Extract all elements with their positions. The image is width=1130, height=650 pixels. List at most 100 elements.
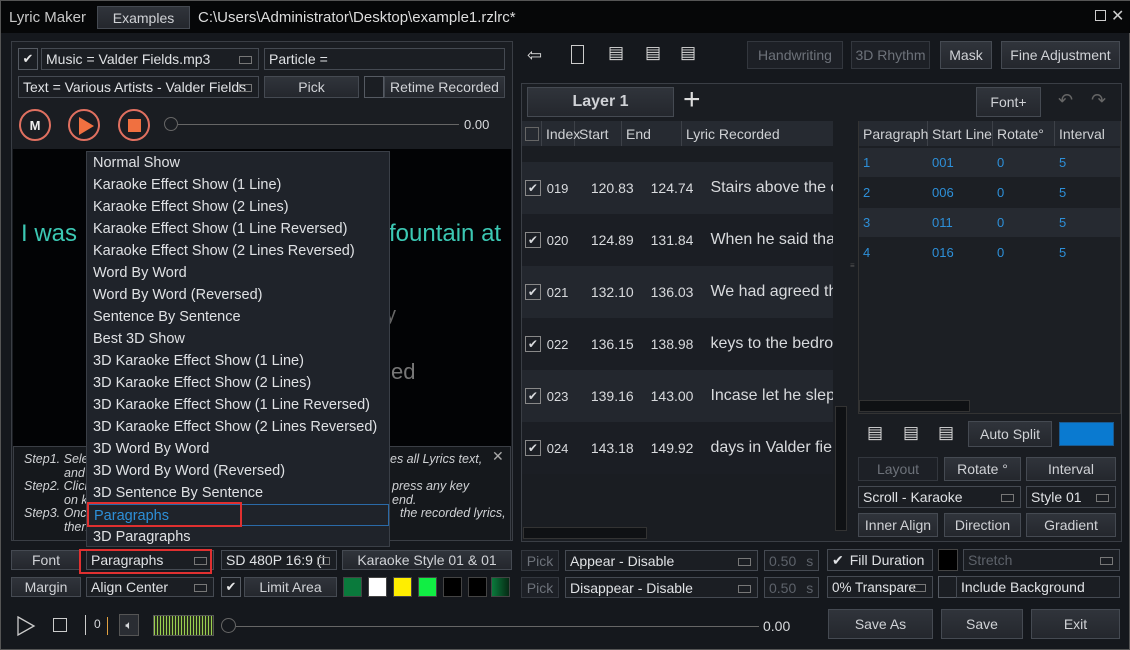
player-stop-icon[interactable] — [53, 618, 67, 632]
menu-item[interactable]: 3D Karaoke Effect Show (2 Lines Reversed… — [87, 416, 389, 438]
color-swatch[interactable] — [468, 577, 487, 597]
mask-button[interactable]: Mask — [940, 41, 992, 69]
particle-field[interactable]: Particle = — [264, 48, 505, 70]
paragraph-row[interactable]: 4 016 0 5 — [859, 238, 1120, 267]
table-row[interactable]: ✔ 022 136.15 138.98 keys to the bedroo — [522, 318, 833, 370]
paragraph-horizontal-scrollbar[interactable] — [859, 400, 970, 412]
examples-button[interactable]: Examples — [97, 6, 190, 29]
include-background-label[interactable]: Include Background — [956, 576, 1120, 598]
menu-item[interactable]: 3D Karaoke Effect Show (1 Line Reversed) — [87, 394, 389, 416]
appear-pick-button[interactable]: Pick — [521, 550, 559, 571]
select-all-checkbox[interactable] — [525, 126, 539, 141]
lyrics-horizontal-scrollbar[interactable] — [523, 527, 647, 539]
row-checkbox[interactable]: ✔ — [525, 336, 541, 352]
music-select[interactable]: Music = Valder Fields.mp3 — [41, 48, 259, 70]
rotate-button[interactable]: Rotate ° — [944, 457, 1021, 481]
gradient-button[interactable]: Gradient — [1026, 513, 1116, 537]
menu-item[interactable]: 3D Sentence By Sentence — [87, 482, 389, 504]
stop-icon[interactable] — [118, 109, 150, 141]
col-end[interactable]: End — [622, 121, 682, 146]
delete-line-icon[interactable]: ▤ — [645, 44, 661, 61]
color-swatch[interactable] — [443, 577, 462, 597]
color-swatch[interactable] — [368, 577, 387, 597]
row-checkbox[interactable]: ✔ — [525, 388, 541, 404]
music-checkbox[interactable]: ✔ — [18, 48, 38, 70]
menu-item[interactable]: 3D Karaoke Effect Show (1 Line) — [87, 350, 389, 372]
save-button[interactable]: Save — [941, 609, 1023, 639]
style-select[interactable]: Style 01 — [1026, 486, 1116, 508]
auto-split-button[interactable]: Auto Split — [968, 421, 1052, 447]
add-layer-icon[interactable]: + — [683, 85, 701, 115]
retime-checkbox[interactable] — [364, 76, 384, 98]
col-lyric[interactable]: Lyric Recorded — [682, 121, 833, 146]
accent-color-swatch[interactable] — [1059, 422, 1114, 446]
tab-layer-1[interactable]: Layer 1 — [527, 87, 674, 117]
menu-item[interactable]: 3D Word By Word (Reversed) — [87, 460, 389, 482]
resolution-select[interactable]: SD 480P 16:9 (I — [221, 550, 337, 570]
layout-button[interactable]: Layout — [858, 457, 938, 481]
3d-rhythm-button[interactable]: 3D Rhythm — [851, 41, 930, 69]
volume-meter[interactable] — [153, 615, 214, 636]
disappear-duration[interactable]: 0.50 s — [764, 577, 819, 598]
color-swatch[interactable] — [393, 577, 412, 597]
menu-item[interactable]: Karaoke Effect Show (2 Lines) — [87, 196, 389, 218]
redo-icon[interactable]: ↷ — [1091, 91, 1106, 109]
exit-button[interactable]: Exit — [1031, 609, 1120, 639]
col-rotate[interactable]: Rotate° — [993, 121, 1055, 146]
add-paragraph-icon[interactable]: ▤ — [867, 424, 883, 441]
include-background-checkbox[interactable] — [938, 576, 958, 598]
fill-color-swatch[interactable] — [938, 549, 958, 571]
limit-area-checkbox[interactable]: ✔ — [221, 577, 241, 597]
color-swatch[interactable] — [418, 577, 437, 597]
col-start-line[interactable]: Start Line — [928, 121, 993, 146]
add-line-icon[interactable]: ▤ — [608, 44, 624, 61]
table-row[interactable]: ✔ 019 120.83 124.74 Stairs above the c — [522, 162, 833, 214]
appear-duration[interactable]: 0.50 s — [764, 550, 819, 571]
handwriting-button[interactable]: Handwriting — [747, 41, 843, 69]
font-button[interactable]: Font — [11, 550, 81, 570]
text-select[interactable]: Text = Various Artists - Valder Fields — [18, 76, 259, 98]
row-checkbox[interactable]: ✔ — [525, 440, 541, 456]
stretch-select[interactable]: Stretch — [963, 549, 1120, 571]
transparency-select[interactable]: 0% Transpare — [827, 576, 933, 598]
row-checkbox[interactable]: ✔ — [525, 232, 541, 248]
karaoke-style-button[interactable]: Karaoke Style 01 & 01 — [342, 550, 512, 570]
disappear-pick-button[interactable]: Pick — [521, 577, 559, 598]
maximize-icon[interactable] — [1095, 10, 1106, 21]
margin-button[interactable]: Margin — [11, 577, 81, 597]
disappear-select[interactable]: Disappear - Disable — [565, 577, 758, 598]
delete-all-paragraphs-icon[interactable]: ▤ — [938, 424, 954, 441]
fine-adjustment-button[interactable]: Fine Adjustment — [1001, 41, 1120, 69]
align-select[interactable]: Align Center — [86, 577, 214, 597]
appear-select[interactable]: Appear - Disable — [565, 550, 758, 571]
table-row[interactable]: ✔ 021 132.10 136.03 We had agreed th — [522, 266, 833, 318]
limit-area-button[interactable]: Limit Area — [244, 577, 337, 597]
col-index[interactable]: Index — [542, 121, 580, 146]
row-checkbox[interactable]: ✔ — [525, 180, 541, 196]
back-arrow-icon[interactable]: ⇦ — [527, 46, 542, 64]
music-mode-icon[interactable]: M — [19, 109, 51, 141]
delete-all-icon[interactable]: ▤ — [680, 44, 696, 61]
music-slider-handle[interactable] — [164, 117, 178, 131]
menu-item[interactable]: Karaoke Effect Show (2 Lines Reversed) — [87, 240, 389, 262]
undo-icon[interactable]: ↶ — [1058, 91, 1073, 109]
font-plus-button[interactable]: Font+ — [976, 87, 1041, 117]
col-start[interactable]: Start — [575, 121, 622, 146]
door-icon[interactable] — [571, 45, 584, 64]
player-slider-handle[interactable] — [221, 618, 236, 633]
play-icon[interactable] — [68, 109, 100, 141]
menu-item[interactable]: Normal Show — [87, 152, 389, 174]
retime-recorded-button[interactable]: Retime Recorded — [384, 76, 505, 98]
menu-item[interactable]: Karaoke Effect Show (1 Line Reversed) — [87, 218, 389, 240]
menu-item[interactable]: 3D Word By Word — [87, 438, 389, 460]
pick-button[interactable]: Pick — [264, 76, 359, 98]
delete-paragraph-icon[interactable]: ▤ — [903, 424, 919, 441]
music-slider-track[interactable] — [178, 124, 459, 125]
col-interval[interactable]: Interval — [1055, 121, 1120, 146]
scroll-mode-select[interactable]: Scroll - Karaoke — [858, 486, 1021, 508]
menu-item[interactable]: Karaoke Effect Show (1 Line) — [87, 174, 389, 196]
close-steps-icon[interactable]: ✕ — [492, 448, 504, 465]
paragraph-row[interactable]: 3 011 0 5 — [859, 208, 1120, 237]
direction-button[interactable]: Direction — [944, 513, 1021, 537]
table-row[interactable]: ✔ 024 143.18 149.92 days in Valder fie — [522, 422, 833, 474]
